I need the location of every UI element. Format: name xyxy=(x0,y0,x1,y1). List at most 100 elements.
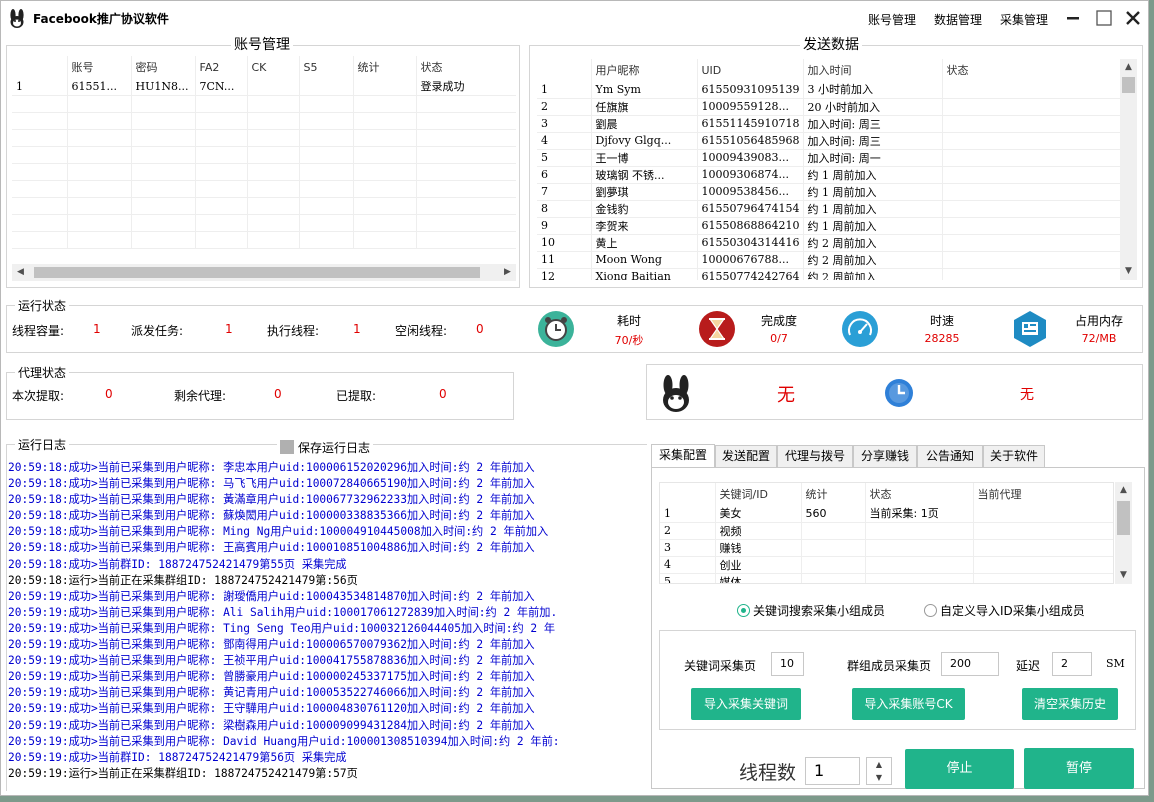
column-header[interactable]: CK xyxy=(247,56,300,78)
pause-button[interactable]: 暂停 xyxy=(1024,748,1134,789)
column-header[interactable]: 密码 xyxy=(131,56,196,78)
table-row[interactable]: 3 劉晨 61551145910718 加入时间: 周三 xyxy=(537,115,1120,133)
account-info-panel: 无 无 xyxy=(646,364,1143,420)
scroll-down-icon[interactable]: ▼ xyxy=(1115,567,1132,584)
table-row[interactable]: 9 李贺来 61550868864210 约 1 周前加入 xyxy=(537,217,1120,235)
menu-collect-management[interactable]: 采集管理 xyxy=(1000,11,1048,28)
column-header[interactable]: 关键词/ID xyxy=(715,483,802,505)
close-icon[interactable] xyxy=(1123,8,1143,28)
table-cell xyxy=(942,132,1120,150)
column-header[interactable]: 当前代理 xyxy=(973,483,1113,505)
table-row xyxy=(12,180,516,198)
table-cell xyxy=(942,98,1120,116)
tab-share-earn[interactable]: 分享赚钱 xyxy=(853,445,917,467)
radio-keyword-search[interactable]: 关键词搜索采集小组成员 xyxy=(737,602,885,619)
scroll-thumb[interactable] xyxy=(1117,501,1130,535)
column-header[interactable]: 状态 xyxy=(416,56,516,78)
import-account-ck-button[interactable]: 导入采集账号CK xyxy=(852,688,965,720)
keyword-vertical-scrollbar[interactable]: ▲ ▼ xyxy=(1115,482,1132,584)
table-row[interactable]: 3 赚钱 xyxy=(660,539,1113,557)
thread-count-spinner[interactable]: ▲ ▼ xyxy=(866,757,892,785)
table-row[interactable]: 5 媒体 xyxy=(660,573,1113,583)
menu-data-management[interactable]: 数据管理 xyxy=(934,11,982,28)
table-row[interactable]: 2 任旗旗 10009559128... 20 小时前加入 xyxy=(537,98,1120,116)
table-row[interactable]: 1 Ym Sym 61550931095139 3 小时前加入 xyxy=(537,81,1120,99)
table-row xyxy=(12,95,516,113)
column-header[interactable]: UID xyxy=(697,59,804,81)
column-header[interactable]: S5 xyxy=(299,56,354,78)
send-vertical-scrollbar[interactable]: ▲ ▼ xyxy=(1120,59,1137,280)
column-header[interactable]: 状态 xyxy=(942,59,1120,81)
maximize-icon[interactable] xyxy=(1094,8,1114,28)
stop-button[interactable]: 停止 xyxy=(905,749,1014,789)
table-row[interactable]: 7 劉夢琪 10009538456... 约 1 周前加入 xyxy=(537,183,1120,201)
menu-account-management[interactable]: 账号管理 xyxy=(868,11,916,28)
table-cell xyxy=(942,251,1120,269)
scroll-thumb[interactable] xyxy=(1122,77,1135,93)
table-row[interactable]: 4 Djfovy Glgq... 61551056485968 加入时间: 周三 xyxy=(537,132,1120,150)
speedometer-icon xyxy=(842,311,878,347)
table-row[interactable]: 12 Xiong Baitian 61550774242764 约 2 周前加入 xyxy=(537,268,1120,280)
table-cell xyxy=(247,78,300,96)
table-row[interactable]: 1 61551... HU1N8... 7CN... 登录成功 xyxy=(12,78,516,96)
save-log-checkbox[interactable]: 保存运行日志 xyxy=(277,439,374,456)
minimize-icon[interactable] xyxy=(1063,8,1083,28)
proxy-status-panel: 代理状态 本次提取: 0 剩余代理: 0 已提取: 0 xyxy=(6,365,514,420)
tab-proxy-dial[interactable]: 代理与拨号 xyxy=(777,445,853,467)
column-header[interactable]: 统计 xyxy=(353,56,417,78)
clear-history-button[interactable]: 清空采集历史 xyxy=(1022,688,1118,720)
account-horizontal-scrollbar[interactable]: ◀ ▶ xyxy=(12,264,516,281)
tab-announcements[interactable]: 公告通知 xyxy=(917,445,983,467)
scroll-up-icon[interactable]: ▲ xyxy=(1120,59,1137,76)
delay-unit: SM xyxy=(1106,657,1125,670)
column-header[interactable]: 统计 xyxy=(801,483,866,505)
scroll-thumb[interactable] xyxy=(34,267,480,278)
table-row[interactable]: 1 美女 560 当前采集: 1页 xyxy=(660,505,1113,523)
table-row[interactable]: 10 黄上 61550304314416 约 2 周前加入 xyxy=(537,234,1120,252)
radio-custom-import[interactable]: 自定义导入ID采集小组成员 xyxy=(924,602,1085,619)
spin-up-icon[interactable]: ▲ xyxy=(867,758,891,771)
account-panel-title: 账号管理 xyxy=(231,37,293,53)
scroll-up-icon[interactable]: ▲ xyxy=(1115,482,1132,499)
column-header[interactable]: 账号 xyxy=(67,56,132,78)
table-row[interactable]: 11 Moon Wong 10000676788... 约 2 周前加入 xyxy=(537,251,1120,269)
table-cell: 10 xyxy=(537,234,592,252)
table-row[interactable]: 8 金钱豹 61550796474154 约 1 周前加入 xyxy=(537,200,1120,218)
column-header[interactable]: 加入时间 xyxy=(803,59,943,81)
table-cell: 10009538456... xyxy=(697,183,804,201)
exec-thread-value: 1 xyxy=(353,322,361,336)
table-cell: 7 xyxy=(537,183,592,201)
delay-input[interactable]: 2 xyxy=(1052,652,1092,676)
table-cell: 创业 xyxy=(715,556,802,574)
table-cell: 61550774242764 xyxy=(697,268,804,280)
scroll-left-icon[interactable]: ◀ xyxy=(12,264,29,281)
column-header[interactable]: 用户昵称 xyxy=(591,59,698,81)
member-pages-input[interactable]: 200 xyxy=(941,652,999,676)
table-row[interactable]: 6 玻璃钢 不锈... 10009306874... 约 1 周前加入 xyxy=(537,166,1120,184)
keyword-pages-input[interactable]: 10 xyxy=(771,652,804,676)
spin-down-icon[interactable]: ▼ xyxy=(867,771,891,784)
table-row[interactable]: 5 王一博 10009439083... 加入时间: 周一 xyxy=(537,149,1120,167)
column-header[interactable]: 状态 xyxy=(865,483,974,505)
rabbit-avatar-icon xyxy=(663,375,689,412)
table-row[interactable]: 4 创业 xyxy=(660,556,1113,574)
remain-proxy-label: 剩余代理: xyxy=(174,389,227,403)
table-cell: 约 1 周前加入 xyxy=(803,200,943,218)
table-cell: 61551145910718 xyxy=(697,115,804,133)
column-header xyxy=(12,56,68,78)
log-line: 20:59:19:成功>当前已采集到用户昵称: David Huang用户uid… xyxy=(8,734,560,748)
scroll-down-icon[interactable]: ▼ xyxy=(1120,263,1137,280)
import-keywords-button[interactable]: 导入采集关键词 xyxy=(691,688,801,720)
tab-collect-config[interactable]: 采集配置 xyxy=(651,444,715,467)
radio-selected-icon[interactable] xyxy=(737,604,750,617)
table-cell xyxy=(942,115,1120,133)
table-row[interactable]: 2 视频 xyxy=(660,522,1113,540)
scroll-right-icon[interactable]: ▶ xyxy=(499,264,516,281)
thread-count-input[interactable]: 1 xyxy=(805,757,860,785)
radio-unselected-icon[interactable] xyxy=(924,604,937,617)
tab-about[interactable]: 关于软件 xyxy=(983,445,1045,467)
tab-send-config[interactable]: 发送配置 xyxy=(715,445,777,467)
table-cell xyxy=(353,78,417,96)
checkbox-icon[interactable] xyxy=(280,440,294,454)
column-header[interactable]: FA2 xyxy=(195,56,248,78)
